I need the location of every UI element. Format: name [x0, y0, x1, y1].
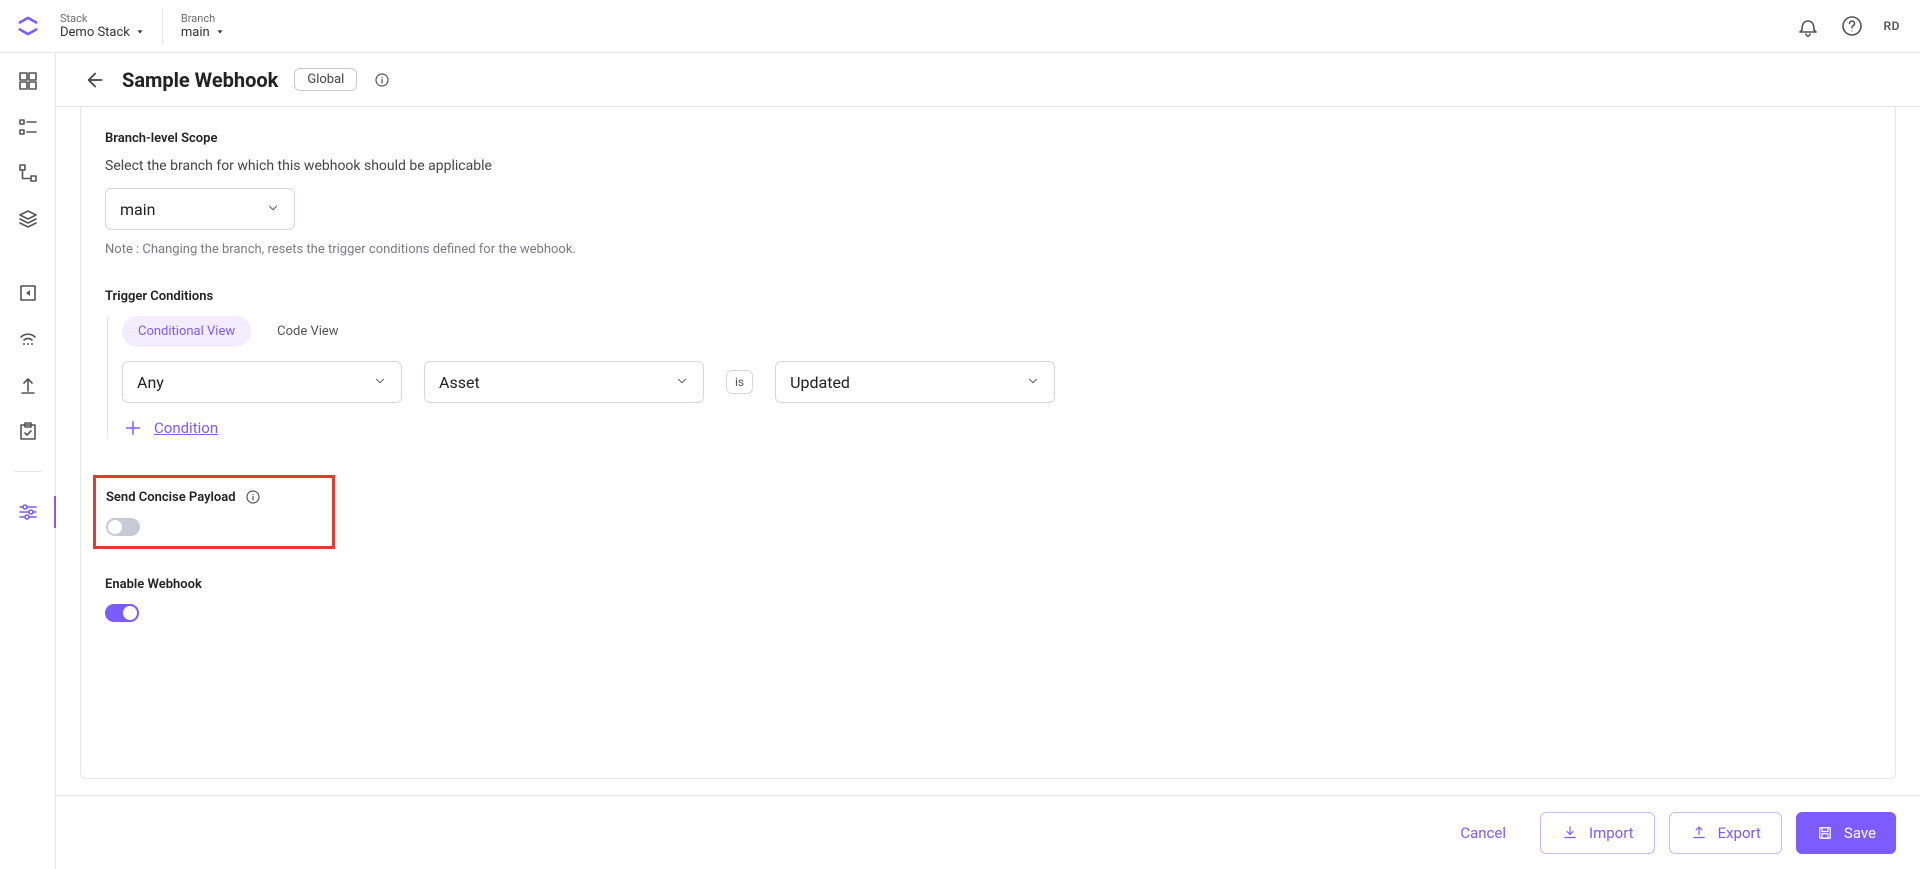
export-icon: [1690, 824, 1708, 842]
form-scroll[interactable]: Branch-level Scope Select the branch for…: [56, 107, 1920, 795]
side-rail: [0, 53, 56, 869]
trigger-quantifier-select[interactable]: Any: [122, 361, 402, 403]
concise-payload-highlight: Send Concise Payload: [93, 475, 335, 549]
rail-list-icon[interactable]: [16, 115, 40, 139]
concise-payload-toggle[interactable]: [106, 518, 140, 536]
branch-scope-label: Branch-level Scope: [105, 131, 1871, 146]
rail-divider: [14, 471, 42, 472]
app-logo-icon: [14, 12, 42, 40]
trigger-operator: is: [726, 370, 753, 394]
trigger-event-value: Updated: [790, 373, 850, 392]
add-condition-button[interactable]: Condition: [122, 417, 1871, 439]
back-button[interactable]: [80, 67, 106, 93]
rail-settings-icon[interactable]: [16, 500, 40, 524]
branch-selector[interactable]: Branch main: [162, 8, 224, 44]
footer-actions: Cancel Import Export Save: [56, 795, 1920, 869]
stack-label: Stack: [60, 12, 144, 25]
chevron-down-icon: [675, 373, 689, 392]
stack-value: Demo Stack: [60, 25, 130, 40]
trigger-resource-select[interactable]: Asset: [424, 361, 704, 403]
rail-wifi-icon[interactable]: [16, 327, 40, 351]
branch-scope-note: Note : Changing the branch, resets the t…: [105, 242, 1871, 257]
top-bar: Stack Demo Stack Branch main RD: [0, 0, 1920, 52]
save-button[interactable]: Save: [1796, 812, 1896, 854]
import-label: Import: [1589, 824, 1634, 842]
rail-releases-icon[interactable]: [16, 281, 40, 305]
cancel-button[interactable]: Cancel: [1440, 812, 1526, 854]
tab-conditional-view[interactable]: Conditional View: [122, 316, 251, 347]
branch-scope-value: main: [120, 200, 155, 219]
chevron-down-icon: [373, 373, 387, 392]
import-button[interactable]: Import: [1540, 812, 1655, 854]
add-condition-label: Condition: [154, 419, 218, 437]
page-title: Sample Webhook: [122, 68, 278, 92]
cancel-label: Cancel: [1460, 824, 1506, 842]
enable-webhook-label: Enable Webhook: [105, 577, 1871, 592]
info-icon[interactable]: [373, 71, 391, 89]
stack-selector[interactable]: Stack Demo Stack: [60, 8, 144, 44]
rail-layers-icon[interactable]: [16, 207, 40, 231]
trigger-quantifier-value: Any: [137, 373, 164, 392]
trigger-resource-value: Asset: [439, 373, 480, 392]
scope-badge: Global: [294, 68, 357, 91]
branch-scope-desc: Select the branch for which this webhook…: [105, 158, 1871, 174]
help-icon[interactable]: [1840, 14, 1864, 38]
rail-dashboard-icon[interactable]: [16, 69, 40, 93]
chevron-down-icon: [1026, 373, 1040, 392]
notifications-icon[interactable]: [1796, 14, 1820, 38]
save-icon: [1816, 824, 1834, 842]
import-icon: [1561, 824, 1579, 842]
chevron-down-icon: [216, 28, 224, 36]
concise-payload-label: Send Concise Payload: [106, 490, 236, 505]
trigger-event-select[interactable]: Updated: [775, 361, 1055, 403]
trigger-conditions-label: Trigger Conditions: [105, 289, 1871, 304]
export-label: Export: [1718, 824, 1761, 842]
plus-icon: [122, 417, 144, 439]
rail-tasks-icon[interactable]: [16, 419, 40, 443]
export-button[interactable]: Export: [1669, 812, 1782, 854]
branch-value: main: [181, 25, 210, 40]
enable-webhook-toggle[interactable]: [105, 604, 139, 622]
tab-code-view[interactable]: Code View: [261, 316, 354, 347]
info-icon[interactable]: [244, 488, 262, 506]
rail-upload-icon[interactable]: [16, 373, 40, 397]
chevron-down-icon: [266, 200, 280, 219]
branch-label: Branch: [181, 12, 224, 25]
rail-tree-icon[interactable]: [16, 161, 40, 185]
trigger-row: Any Asset is Updated: [122, 361, 1871, 403]
branch-scope-select[interactable]: main: [105, 188, 295, 230]
chevron-down-icon: [136, 28, 144, 36]
form-panel: Branch-level Scope Select the branch for…: [80, 107, 1896, 779]
user-avatar[interactable]: RD: [1884, 19, 1900, 33]
save-label: Save: [1844, 824, 1876, 842]
page-header: Sample Webhook Global: [56, 53, 1920, 107]
